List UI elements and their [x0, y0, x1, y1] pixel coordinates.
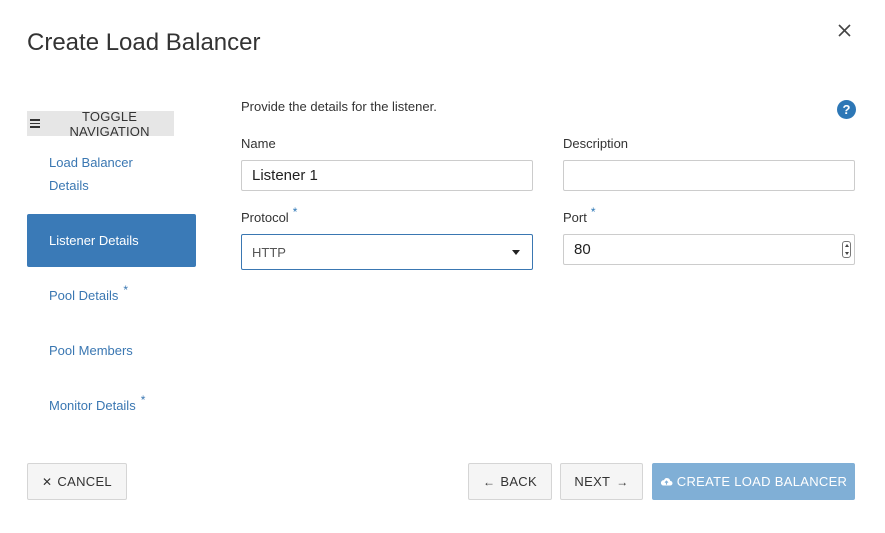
- name-label: Name: [241, 136, 276, 151]
- create-load-balancer-modal: Create Load Balancer TOGGLE NAVIGATION L…: [0, 0, 885, 533]
- toggle-navigation-label: TOGGLE NAVIGATION: [69, 108, 150, 139]
- help-icon[interactable]: ?: [837, 100, 856, 119]
- close-button[interactable]: [834, 20, 856, 42]
- create-button-label: CREATE LOAD BALANCER: [676, 474, 848, 489]
- cloud-upload-icon: [660, 478, 673, 486]
- spinner-down-icon[interactable]: [844, 251, 849, 255]
- protocol-label: Protocol *: [241, 205, 297, 226]
- modal-title: Create Load Balancer: [27, 29, 261, 56]
- name-input[interactable]: [241, 160, 533, 191]
- toggle-navigation-button[interactable]: TOGGLE NAVIGATION: [27, 108, 174, 139]
- port-input[interactable]: 80: [563, 234, 855, 265]
- close-icon: ✕: [42, 474, 53, 489]
- sidebar-item-label-line2: Details: [49, 178, 89, 193]
- sidebar-item-monitor-details[interactable]: Monitor Details *: [27, 393, 196, 418]
- sidebar-item-label: Monitor Details: [49, 398, 136, 413]
- back-button-label: BACK: [500, 474, 537, 489]
- caret-down-icon: [512, 249, 520, 255]
- cancel-button[interactable]: ✕ CANCEL: [27, 463, 127, 500]
- form-intro-text: Provide the details for the listener.: [241, 99, 437, 114]
- protocol-selected-value: HTTP: [252, 244, 286, 260]
- hamburger-icon: [30, 117, 41, 130]
- spinner-up-icon[interactable]: [844, 244, 849, 248]
- close-icon: [838, 24, 851, 37]
- sidebar-item-label-line1: Load Balancer: [49, 155, 133, 170]
- number-spinner-icon[interactable]: [842, 241, 851, 258]
- sidebar-item-label: Listener Details: [49, 233, 139, 248]
- description-input[interactable]: [563, 160, 855, 191]
- required-marker: *: [123, 283, 129, 297]
- port-label: Port *: [563, 205, 596, 226]
- back-button[interactable]: ← BACK: [468, 463, 552, 500]
- required-marker: *: [140, 393, 146, 407]
- sidebar-item-pool-details[interactable]: Pool Details *: [27, 283, 196, 308]
- sidebar-item-pool-members[interactable]: Pool Members: [27, 339, 196, 362]
- arrow-right-icon: →: [616, 474, 629, 489]
- protocol-select[interactable]: HTTP: [241, 234, 533, 270]
- port-value: 80: [574, 241, 591, 258]
- next-button-label: NEXT: [574, 474, 611, 489]
- required-marker: *: [590, 205, 596, 219]
- sidebar-item-load-balancer-details[interactable]: Load Balancer Details: [27, 151, 196, 197]
- cancel-button-label: CANCEL: [57, 474, 112, 489]
- protocol-label-text: Protocol: [241, 210, 289, 225]
- create-load-balancer-button[interactable]: CREATE LOAD BALANCER: [652, 463, 855, 500]
- sidebar-item-label: Pool Members: [49, 343, 133, 358]
- sidebar-item-label: Pool Details: [49, 288, 119, 303]
- next-button[interactable]: NEXT →: [560, 463, 643, 500]
- sidebar-item-listener-details[interactable]: Listener Details: [27, 214, 196, 267]
- description-label: Description: [563, 136, 629, 151]
- port-label-text: Port: [563, 210, 587, 225]
- arrow-left-icon: ←: [483, 474, 496, 489]
- required-marker: *: [292, 205, 298, 219]
